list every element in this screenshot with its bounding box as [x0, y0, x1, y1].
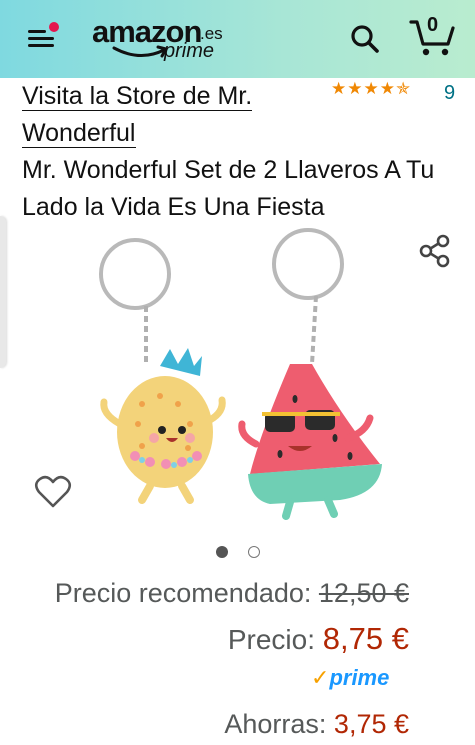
carousel-dot-active[interactable] [216, 546, 228, 558]
rating-count[interactable]: 9 [444, 82, 455, 105]
menu-button[interactable] [24, 22, 59, 52]
heart-icon [34, 475, 72, 508]
cart-button[interactable]: 0 [408, 14, 456, 58]
product-title: Mr. Wonderful Set de 2 Llaveros A Tu Lad… [22, 156, 435, 221]
watermelon-keychain-image [238, 228, 382, 520]
recommended-price-row: Precio recomendado: 12,50 € [55, 576, 409, 610]
image-carousel-indicator [216, 545, 266, 561]
recommended-price-label: Precio recomendado: [54, 578, 312, 608]
store-link[interactable]: Visita la Store de Mr. Wonderful [22, 78, 302, 152]
cart-count: 0 [427, 14, 439, 36]
share-icon [419, 234, 450, 268]
price-label: Precio: [227, 624, 316, 655]
menu-icon [28, 30, 46, 33]
logo-prime: prime [164, 40, 215, 62]
search-icon [351, 25, 379, 53]
top-nav-bar: amazon .es prime 0 [0, 0, 475, 78]
price-row: Precio: 8,75 € [228, 622, 409, 657]
notification-dot [49, 22, 59, 32]
savings-value: 3,75 € [333, 709, 409, 739]
smile-arrow-icon [112, 45, 168, 58]
savings-label: Ahorras: [224, 709, 327, 739]
recommended-price-value: 12,50 € [318, 578, 409, 608]
savings-row: Ahorras: 3,75 € [224, 707, 409, 741]
store-link-text: Visita la Store de Mr. Wonderful [22, 82, 253, 148]
rating-stars[interactable]: ★★★★✯ [331, 79, 411, 99]
side-drawer-handle[interactable] [0, 216, 6, 368]
price-value: 8,75 € [322, 621, 409, 656]
amazon-logo[interactable]: amazon .es prime [92, 14, 232, 62]
pineapple-keychain-image [99, 238, 226, 504]
share-button[interactable] [418, 234, 452, 268]
carousel-dot[interactable] [248, 546, 260, 558]
menu-icon-bar [28, 44, 54, 47]
search-button[interactable] [348, 22, 382, 56]
prime-badge-label: prime [329, 665, 390, 690]
prime-badge: ✓prime [311, 665, 389, 691]
product-image[interactable] [90, 224, 390, 524]
wishlist-button[interactable] [34, 474, 72, 510]
prime-check-icon: ✓ [311, 665, 330, 690]
menu-icon-bar [28, 37, 54, 40]
